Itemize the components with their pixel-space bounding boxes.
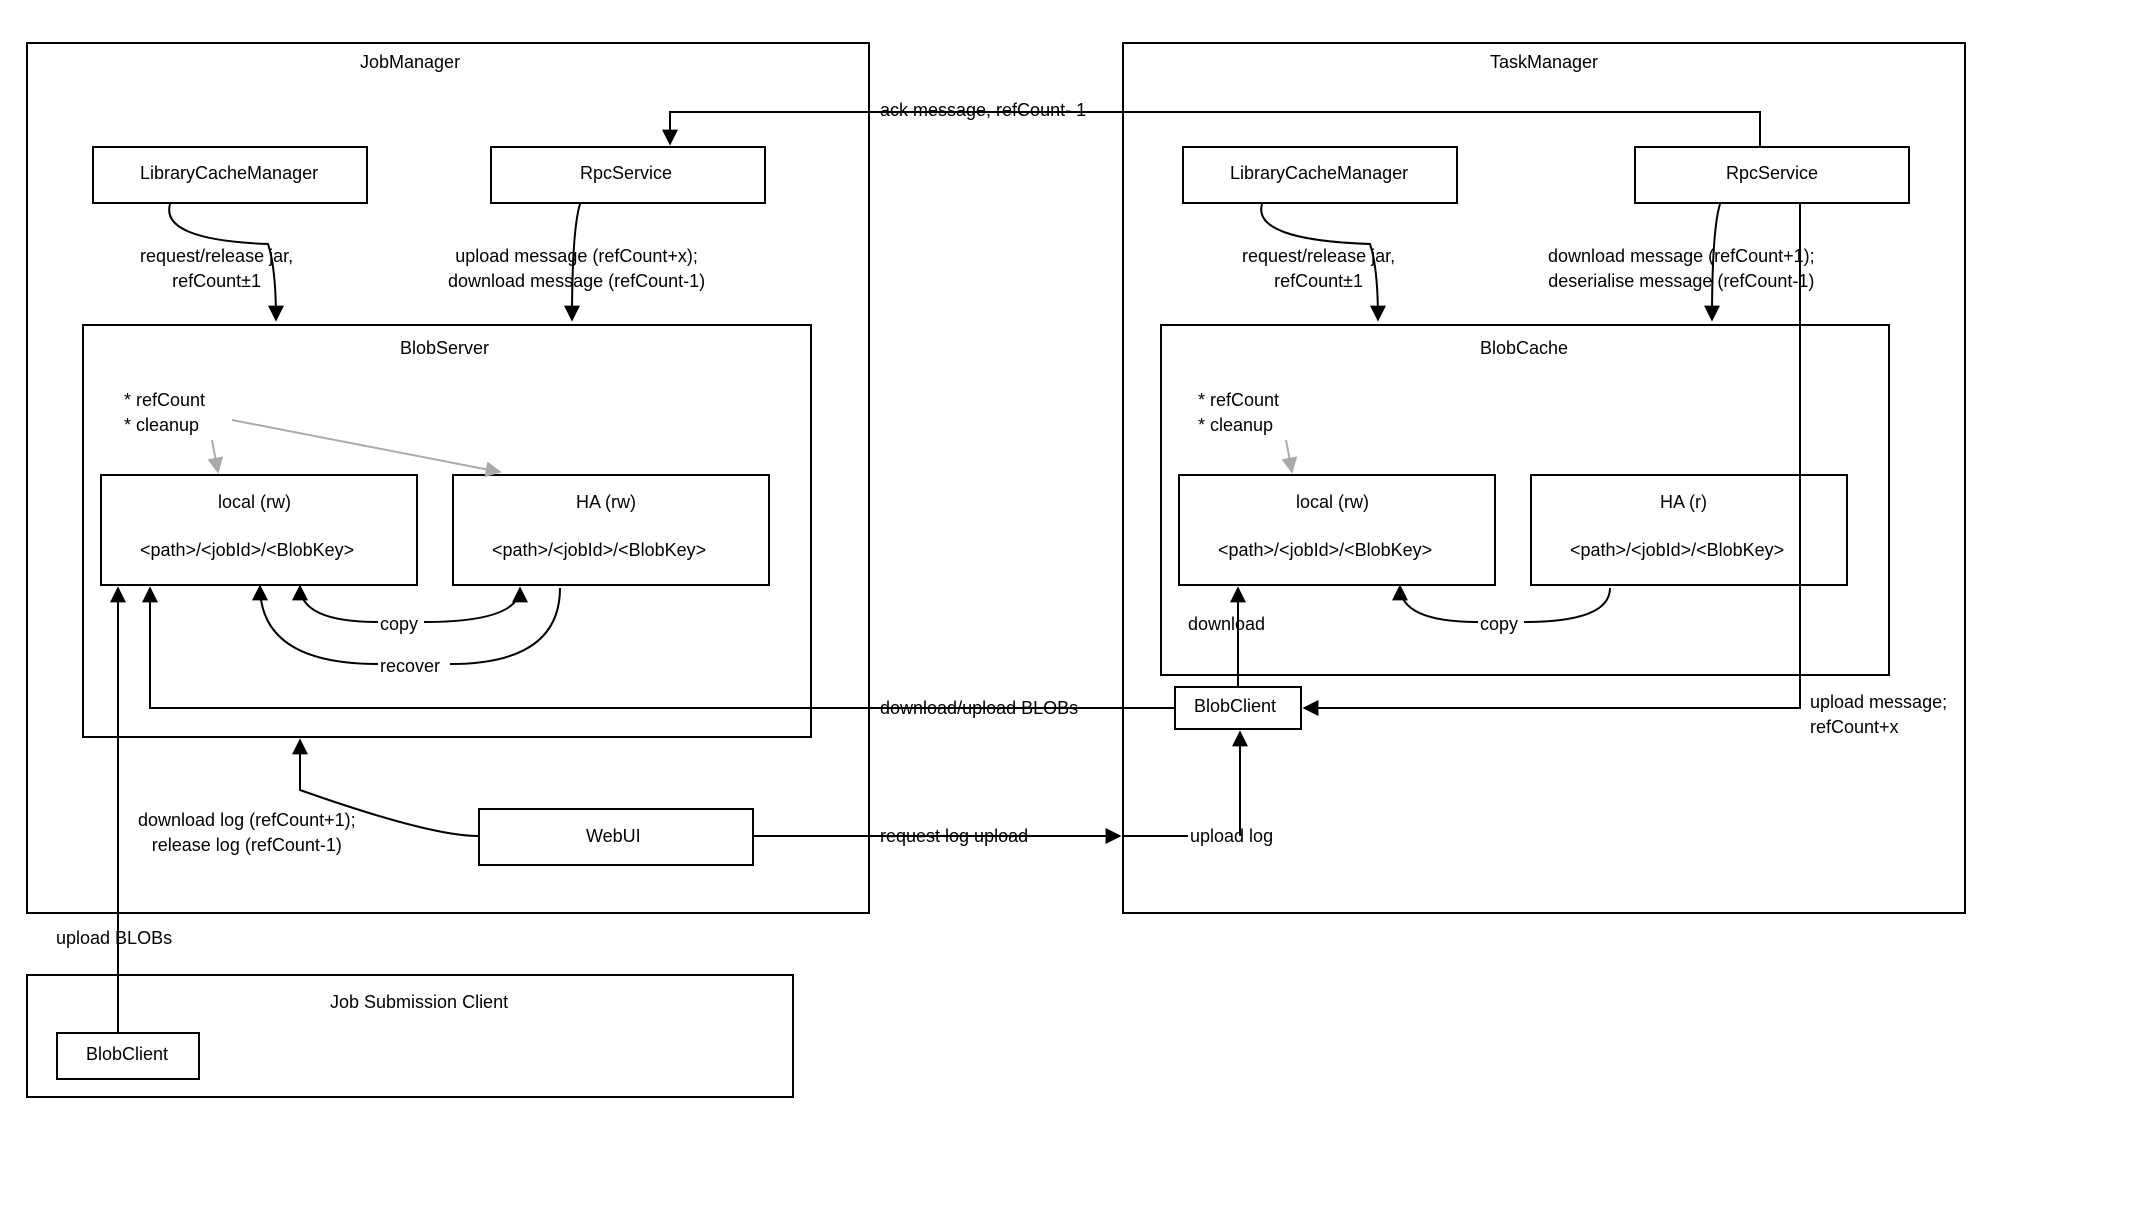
blobserver-ha-title: HA (rw) xyxy=(576,492,636,513)
jm-libcache-edge-label: request/release jar, refCount±1 xyxy=(140,244,293,294)
jm-rpcservice-label: RpcService xyxy=(580,163,672,184)
tm-librarycachemanager-label: LibraryCacheManager xyxy=(1230,163,1408,184)
blobcache-copy-label: copy xyxy=(1480,614,1518,635)
blobcache-ha xyxy=(1530,474,1848,586)
blobserver-ha-path: <path>/<jobId>/<BlobKey> xyxy=(492,540,706,561)
client-title: Job Submission Client xyxy=(330,992,508,1013)
tm-uploadlog-label: upload log xyxy=(1190,826,1273,847)
blobserver-local-path: <path>/<jobId>/<BlobKey> xyxy=(140,540,354,561)
client-upload-label: upload BLOBs xyxy=(56,928,172,949)
blobserver-local-title: local (rw) xyxy=(218,492,291,513)
blobcache-local xyxy=(1178,474,1496,586)
blobserver-notes: * refCount * cleanup xyxy=(124,388,205,438)
blobcache-local-path: <path>/<jobId>/<BlobKey> xyxy=(1218,540,1432,561)
blobcache-local-title: local (rw) xyxy=(1296,492,1369,513)
jobmanager-title: JobManager xyxy=(360,52,460,73)
blobserver-local xyxy=(100,474,418,586)
tm-rpc-edge-label: download message (refCount+1); deseriali… xyxy=(1548,244,1815,294)
ack-label: ack message, refCount- 1 xyxy=(880,100,1086,121)
blobcache-title: BlobCache xyxy=(1480,338,1568,359)
taskmanager-title: TaskManager xyxy=(1490,52,1598,73)
blobcache-notes: * refCount * cleanup xyxy=(1198,388,1279,438)
tm-rpcservice-label: RpcService xyxy=(1726,163,1818,184)
blobcache-download-label: download xyxy=(1188,614,1265,635)
blobserver-ha xyxy=(452,474,770,586)
requestlog-label: request log upload xyxy=(880,826,1028,847)
jm-librarycachemanager-label: LibraryCacheManager xyxy=(140,163,318,184)
blobserver-copy-label: copy xyxy=(380,614,418,635)
blobserver-title: BlobServer xyxy=(400,338,489,359)
client-blobclient-label: BlobClient xyxy=(86,1044,168,1065)
blobcache-ha-path: <path>/<jobId>/<BlobKey> xyxy=(1570,540,1784,561)
downloadupload-label: download/upload BLOBs xyxy=(880,698,1078,719)
blobserver-recover-label: recover xyxy=(380,656,440,677)
tm-blobclient-label: BlobClient xyxy=(1194,696,1276,717)
blobcache-ha-title: HA (r) xyxy=(1660,492,1707,513)
webui-label: WebUI xyxy=(586,826,641,847)
jm-rpc-edge-label: upload message (refCount+x); download me… xyxy=(448,244,705,294)
tm-rpc-blobclient-label: upload message; refCount+x xyxy=(1810,690,1947,740)
webui-edge-label: download log (refCount+1); release log (… xyxy=(138,808,356,858)
tm-libcache-edge-label: request/release jar, refCount±1 xyxy=(1242,244,1395,294)
